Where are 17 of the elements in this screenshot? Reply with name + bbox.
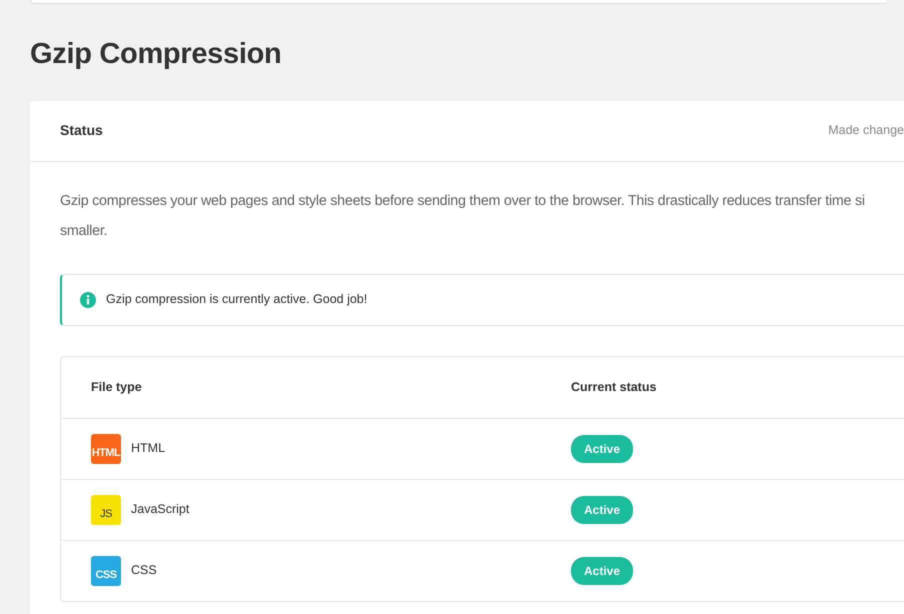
file-type-name: HTML xyxy=(131,440,166,458)
notice-text: Gzip compression is currently active. Good job! xyxy=(106,291,368,308)
page-title: Gzip Compression xyxy=(30,37,282,72)
status-badge: Active xyxy=(571,556,634,585)
file-type-name: JavaScript xyxy=(131,501,190,518)
card-title: Status xyxy=(60,121,103,140)
column-header: File type xyxy=(91,378,142,396)
info-icon xyxy=(80,292,96,308)
file-type-icon: JS xyxy=(91,494,121,525)
status-badge: Active xyxy=(571,496,634,524)
file-type-icon: CSS xyxy=(91,556,121,586)
column-header: Current status xyxy=(571,378,656,396)
file-type-icon: HTML xyxy=(91,434,121,464)
description-text: Gzip compresses your web pages and style sheets before sending them over to the browser. This drastically reduces transfer time si smaller. xyxy=(60,192,866,241)
file-type-name: CSS xyxy=(131,562,157,580)
header-note: Made change xyxy=(828,122,904,140)
status-badge: Active xyxy=(571,434,634,463)
